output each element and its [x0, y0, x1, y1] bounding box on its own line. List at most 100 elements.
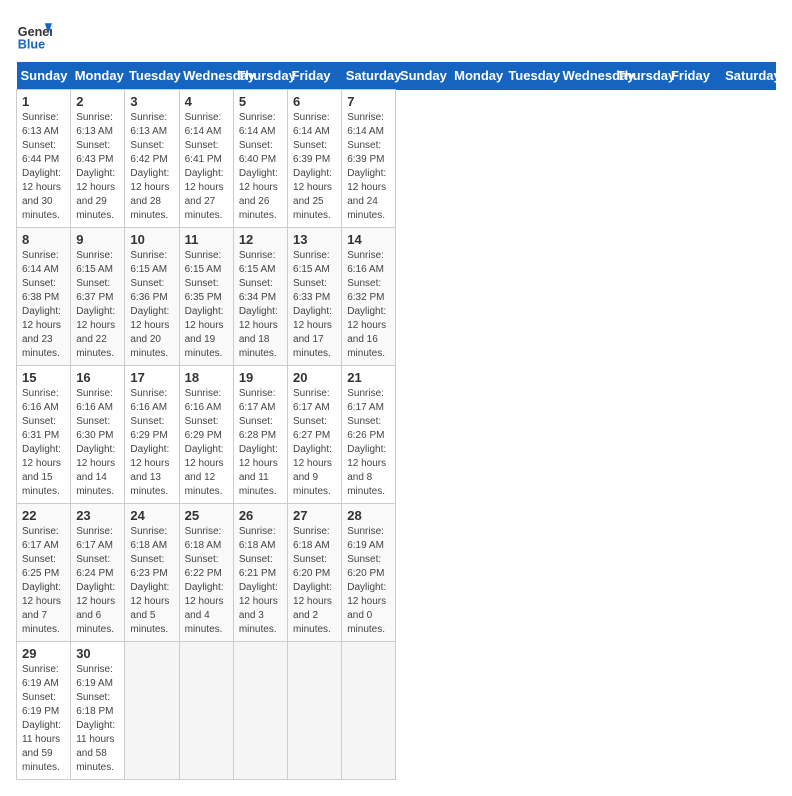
- header-saturday: Saturday: [342, 62, 396, 90]
- calendar-cell: 29 Sunrise: 6:19 AM Sunset: 6:19 PM Dayl…: [17, 642, 71, 780]
- header-sunday: Sunday: [396, 62, 450, 90]
- header-tuesday: Tuesday: [125, 62, 179, 90]
- day-number: 1: [22, 94, 65, 109]
- calendar-cell: 3 Sunrise: 6:13 AM Sunset: 6:42 PM Dayli…: [125, 90, 179, 228]
- day-info: Sunrise: 6:17 AM Sunset: 6:27 PM Dayligh…: [293, 387, 336, 499]
- day-number: 15: [22, 370, 65, 385]
- day-number: 19: [239, 370, 282, 385]
- calendar-cell: [125, 642, 179, 780]
- day-number: 4: [185, 94, 228, 109]
- day-number: 8: [22, 232, 65, 247]
- calendar-cell: 2 Sunrise: 6:13 AM Sunset: 6:43 PM Dayli…: [71, 90, 125, 228]
- calendar-cell: 28 Sunrise: 6:19 AM Sunset: 6:20 PM Dayl…: [342, 504, 396, 642]
- calendar-cell: 6 Sunrise: 6:14 AM Sunset: 6:39 PM Dayli…: [288, 90, 342, 228]
- day-info: Sunrise: 6:19 AM Sunset: 6:20 PM Dayligh…: [347, 525, 390, 637]
- day-info: Sunrise: 6:16 AM Sunset: 6:31 PM Dayligh…: [22, 387, 65, 499]
- calendar-cell: 14 Sunrise: 6:16 AM Sunset: 6:32 PM Dayl…: [342, 228, 396, 366]
- header-friday: Friday: [288, 62, 342, 90]
- day-number: 30: [76, 646, 119, 661]
- day-number: 26: [239, 508, 282, 523]
- calendar-cell: 20 Sunrise: 6:17 AM Sunset: 6:27 PM Dayl…: [288, 366, 342, 504]
- day-number: 9: [76, 232, 119, 247]
- header-sunday: Sunday: [17, 62, 71, 90]
- calendar-cell: 7 Sunrise: 6:14 AM Sunset: 6:39 PM Dayli…: [342, 90, 396, 228]
- day-info: Sunrise: 6:14 AM Sunset: 6:39 PM Dayligh…: [347, 111, 390, 223]
- day-number: 25: [185, 508, 228, 523]
- day-info: Sunrise: 6:15 AM Sunset: 6:35 PM Dayligh…: [185, 249, 228, 361]
- day-number: 3: [130, 94, 173, 109]
- day-number: 16: [76, 370, 119, 385]
- day-number: 7: [347, 94, 390, 109]
- calendar-cell: 23 Sunrise: 6:17 AM Sunset: 6:24 PM Dayl…: [71, 504, 125, 642]
- day-number: 2: [76, 94, 119, 109]
- day-info: Sunrise: 6:15 AM Sunset: 6:34 PM Dayligh…: [239, 249, 282, 361]
- day-info: Sunrise: 6:13 AM Sunset: 6:42 PM Dayligh…: [130, 111, 173, 223]
- calendar-cell: 21 Sunrise: 6:17 AM Sunset: 6:26 PM Dayl…: [342, 366, 396, 504]
- header-monday: Monday: [71, 62, 125, 90]
- day-info: Sunrise: 6:16 AM Sunset: 6:30 PM Dayligh…: [76, 387, 119, 499]
- day-info: Sunrise: 6:17 AM Sunset: 6:24 PM Dayligh…: [76, 525, 119, 637]
- header-wednesday: Wednesday: [559, 62, 613, 90]
- calendar-cell: 18 Sunrise: 6:16 AM Sunset: 6:29 PM Dayl…: [179, 366, 233, 504]
- day-number: 12: [239, 232, 282, 247]
- calendar-cell: 8 Sunrise: 6:14 AM Sunset: 6:38 PM Dayli…: [17, 228, 71, 366]
- day-info: Sunrise: 6:13 AM Sunset: 6:43 PM Dayligh…: [76, 111, 119, 223]
- day-info: Sunrise: 6:19 AM Sunset: 6:19 PM Dayligh…: [22, 663, 65, 775]
- day-info: Sunrise: 6:17 AM Sunset: 6:26 PM Dayligh…: [347, 387, 390, 499]
- calendar-cell: 30 Sunrise: 6:19 AM Sunset: 6:18 PM Dayl…: [71, 642, 125, 780]
- calendar-cell: 25 Sunrise: 6:18 AM Sunset: 6:22 PM Dayl…: [179, 504, 233, 642]
- calendar-cell: [288, 642, 342, 780]
- calendar-cell: 26 Sunrise: 6:18 AM Sunset: 6:21 PM Dayl…: [233, 504, 287, 642]
- day-number: 18: [185, 370, 228, 385]
- day-info: Sunrise: 6:19 AM Sunset: 6:18 PM Dayligh…: [76, 663, 119, 775]
- calendar-cell: 16 Sunrise: 6:16 AM Sunset: 6:30 PM Dayl…: [71, 366, 125, 504]
- day-number: 11: [185, 232, 228, 247]
- day-number: 23: [76, 508, 119, 523]
- day-info: Sunrise: 6:17 AM Sunset: 6:28 PM Dayligh…: [239, 387, 282, 499]
- day-info: Sunrise: 6:14 AM Sunset: 6:41 PM Dayligh…: [185, 111, 228, 223]
- logo: General Blue: [16, 16, 52, 52]
- calendar-cell: 19 Sunrise: 6:17 AM Sunset: 6:28 PM Dayl…: [233, 366, 287, 504]
- day-number: 14: [347, 232, 390, 247]
- day-info: Sunrise: 6:16 AM Sunset: 6:32 PM Dayligh…: [347, 249, 390, 361]
- calendar-week-1: 1 Sunrise: 6:13 AM Sunset: 6:44 PM Dayli…: [17, 90, 776, 228]
- calendar-cell: 1 Sunrise: 6:13 AM Sunset: 6:44 PM Dayli…: [17, 90, 71, 228]
- header-saturday: Saturday: [721, 62, 775, 90]
- day-info: Sunrise: 6:18 AM Sunset: 6:22 PM Dayligh…: [185, 525, 228, 637]
- calendar-table: SundayMondayTuesdayWednesdayThursdayFrid…: [16, 62, 776, 780]
- day-number: 29: [22, 646, 65, 661]
- calendar-week-5: 29 Sunrise: 6:19 AM Sunset: 6:19 PM Dayl…: [17, 642, 776, 780]
- calendar-cell: 24 Sunrise: 6:18 AM Sunset: 6:23 PM Dayl…: [125, 504, 179, 642]
- calendar-cell: 11 Sunrise: 6:15 AM Sunset: 6:35 PM Dayl…: [179, 228, 233, 366]
- calendar-cell: 10 Sunrise: 6:15 AM Sunset: 6:36 PM Dayl…: [125, 228, 179, 366]
- page-header: General Blue: [16, 16, 776, 52]
- calendar-cell: 5 Sunrise: 6:14 AM Sunset: 6:40 PM Dayli…: [233, 90, 287, 228]
- header-thursday: Thursday: [613, 62, 667, 90]
- day-number: 20: [293, 370, 336, 385]
- calendar-cell: 12 Sunrise: 6:15 AM Sunset: 6:34 PM Dayl…: [233, 228, 287, 366]
- calendar-cell: 17 Sunrise: 6:16 AM Sunset: 6:29 PM Dayl…: [125, 366, 179, 504]
- calendar-week-4: 22 Sunrise: 6:17 AM Sunset: 6:25 PM Dayl…: [17, 504, 776, 642]
- calendar-cell: 13 Sunrise: 6:15 AM Sunset: 6:33 PM Dayl…: [288, 228, 342, 366]
- calendar-header-row: SundayMondayTuesdayWednesdayThursdayFrid…: [17, 62, 776, 90]
- calendar-cell: 4 Sunrise: 6:14 AM Sunset: 6:41 PM Dayli…: [179, 90, 233, 228]
- header-wednesday: Wednesday: [179, 62, 233, 90]
- day-info: Sunrise: 6:16 AM Sunset: 6:29 PM Dayligh…: [185, 387, 228, 499]
- svg-text:Blue: Blue: [18, 37, 45, 51]
- header-monday: Monday: [450, 62, 504, 90]
- day-info: Sunrise: 6:15 AM Sunset: 6:33 PM Dayligh…: [293, 249, 336, 361]
- day-number: 27: [293, 508, 336, 523]
- calendar-cell: [342, 642, 396, 780]
- day-info: Sunrise: 6:14 AM Sunset: 6:39 PM Dayligh…: [293, 111, 336, 223]
- calendar-cell: [233, 642, 287, 780]
- day-info: Sunrise: 6:15 AM Sunset: 6:36 PM Dayligh…: [130, 249, 173, 361]
- calendar-cell: [179, 642, 233, 780]
- day-info: Sunrise: 6:18 AM Sunset: 6:21 PM Dayligh…: [239, 525, 282, 637]
- day-number: 6: [293, 94, 336, 109]
- calendar-week-2: 8 Sunrise: 6:14 AM Sunset: 6:38 PM Dayli…: [17, 228, 776, 366]
- day-number: 21: [347, 370, 390, 385]
- day-info: Sunrise: 6:17 AM Sunset: 6:25 PM Dayligh…: [22, 525, 65, 637]
- day-number: 22: [22, 508, 65, 523]
- day-number: 17: [130, 370, 173, 385]
- header-friday: Friday: [667, 62, 721, 90]
